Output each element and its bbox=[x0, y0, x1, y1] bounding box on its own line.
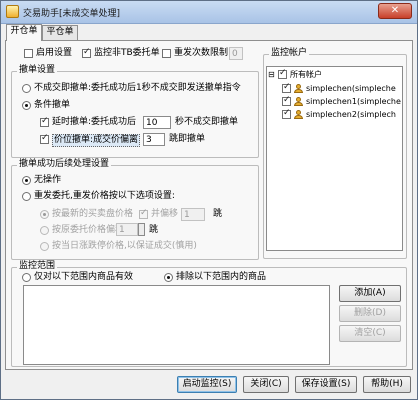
account-checkbox-2[interactable] bbox=[282, 95, 291, 106]
account-label-1: simplechen(simpleche bbox=[306, 84, 396, 93]
exclude-scope-radio[interactable] bbox=[164, 273, 173, 282]
save-settings-button[interactable]: 保存设置(S) bbox=[295, 376, 357, 393]
with-offset-checkbox[interactable] bbox=[139, 208, 148, 219]
orig-price-label: 按原委托价格偏移 bbox=[52, 225, 125, 235]
monitor-non-tb-checkbox[interactable] bbox=[82, 47, 91, 58]
enable-settings-checkbox[interactable] bbox=[24, 49, 33, 58]
limit-price-label: 按当日涨跌停价格,以保证成交(慎用) bbox=[52, 241, 197, 251]
orig-price-suffix: 跳 bbox=[149, 225, 159, 235]
close-button[interactable]: 关闭(C) bbox=[243, 376, 289, 393]
delete-button[interactable]: 删除(D) bbox=[339, 305, 401, 322]
close-window-button[interactable]: ✕ bbox=[378, 3, 412, 19]
all-accounts-label: 所有帐户 bbox=[290, 70, 322, 79]
user-icon bbox=[294, 84, 303, 93]
price-offset-label: 价位撤单:成交价偏离 bbox=[52, 134, 141, 147]
tree-collapse-icon[interactable]: ⊟ bbox=[268, 69, 275, 80]
no-action-radio[interactable] bbox=[22, 176, 31, 185]
orig-price-spinner[interactable] bbox=[138, 223, 145, 236]
only-in-scope-label: 仅对以下范围内商品有效 bbox=[34, 272, 134, 282]
account-checkbox-3[interactable] bbox=[282, 108, 291, 119]
orig-price-offset-input[interactable] bbox=[116, 223, 138, 236]
monitor-accounts-title: 监控帐户 bbox=[269, 48, 310, 59]
no-cancel-radio[interactable] bbox=[22, 84, 31, 93]
scope-list[interactable] bbox=[23, 285, 330, 365]
conditional-cancel-radio[interactable] bbox=[22, 101, 31, 110]
with-offset-input[interactable] bbox=[181, 208, 205, 221]
timed-cancel-seconds-input[interactable] bbox=[143, 116, 171, 129]
trade-assistant-window: 交易助手[未成交单处理] ✕ 开仓单 平仓单 启用设置 监控非TB委托单 重发次… bbox=[0, 0, 418, 400]
clear-button[interactable]: 清空(C) bbox=[339, 325, 401, 342]
monitor-scope-title: 监控范围 bbox=[17, 261, 58, 272]
account-label-3: simplechen2(simplech bbox=[306, 110, 396, 119]
timed-cancel-label: 延时撤单:委托成功后 bbox=[52, 117, 137, 127]
start-monitor-button[interactable]: 启动监控(S) bbox=[177, 376, 237, 393]
enable-settings-label: 启用设置 bbox=[36, 48, 73, 58]
title-bar: 交易助手[未成交单处理] ✕ bbox=[1, 1, 417, 24]
conditional-cancel-label: 条件撤单 bbox=[34, 100, 71, 110]
monitor-non-tb-label: 监控非TB委托单 bbox=[94, 48, 160, 58]
price-offset-checkbox[interactable] bbox=[40, 133, 49, 144]
help-button[interactable]: 帮助(H) bbox=[363, 376, 411, 393]
accounts-tree: ⊟ 所有帐户 simplechen(simpleche simplechen1(… bbox=[266, 66, 403, 251]
user-icon bbox=[294, 110, 303, 119]
window-title: 交易助手[未成交单处理] bbox=[23, 9, 121, 19]
timed-cancel-suffix: 秒不成交即撤单 bbox=[175, 117, 239, 127]
tab-close-orders[interactable]: 平仓单 bbox=[42, 25, 78, 40]
all-accounts-checkbox[interactable] bbox=[278, 68, 287, 79]
only-in-scope-radio[interactable] bbox=[22, 273, 31, 282]
no-action-label: 无操作 bbox=[34, 175, 62, 185]
timed-cancel-checkbox[interactable] bbox=[40, 116, 49, 127]
after-cancel-title: 撤单成功后续处理设置 bbox=[17, 159, 112, 170]
repeat-limit-input[interactable] bbox=[229, 47, 243, 60]
repeat-limit-checkbox[interactable] bbox=[162, 49, 171, 58]
exclude-scope-label: 排除以下范围内的商品 bbox=[176, 272, 267, 282]
price-offset-ticks-input[interactable] bbox=[143, 133, 165, 146]
app-icon bbox=[6, 5, 19, 18]
add-button[interactable]: 添加(A) bbox=[339, 285, 401, 302]
latest-price-radio[interactable] bbox=[40, 210, 49, 219]
with-offset-label: 并偏移 bbox=[151, 209, 179, 219]
repeat-limit-label: 重发次数限制 bbox=[174, 48, 229, 58]
no-cancel-label: 不成交即撤单:委托成功后1秒不成交即发送撤单指令 bbox=[34, 83, 241, 93]
user-icon bbox=[294, 97, 303, 106]
tab-open-orders[interactable]: 开仓单 bbox=[6, 24, 42, 41]
with-offset-suffix: 跳 bbox=[213, 209, 223, 219]
resend-radio[interactable] bbox=[22, 192, 31, 201]
account-checkbox-1[interactable] bbox=[282, 82, 291, 93]
price-offset-suffix: 跳即撤单 bbox=[169, 134, 206, 144]
latest-price-label: 按最新的买卖盘价格 bbox=[52, 209, 134, 219]
account-label-2: simplechen1(simpleche bbox=[306, 97, 401, 106]
orig-price-radio[interactable] bbox=[40, 226, 49, 235]
resend-label: 重发委托,重发价格按以下选项设置: bbox=[34, 191, 175, 201]
limit-price-radio[interactable] bbox=[40, 242, 49, 251]
cancel-settings-title: 撤单设置 bbox=[17, 65, 58, 76]
